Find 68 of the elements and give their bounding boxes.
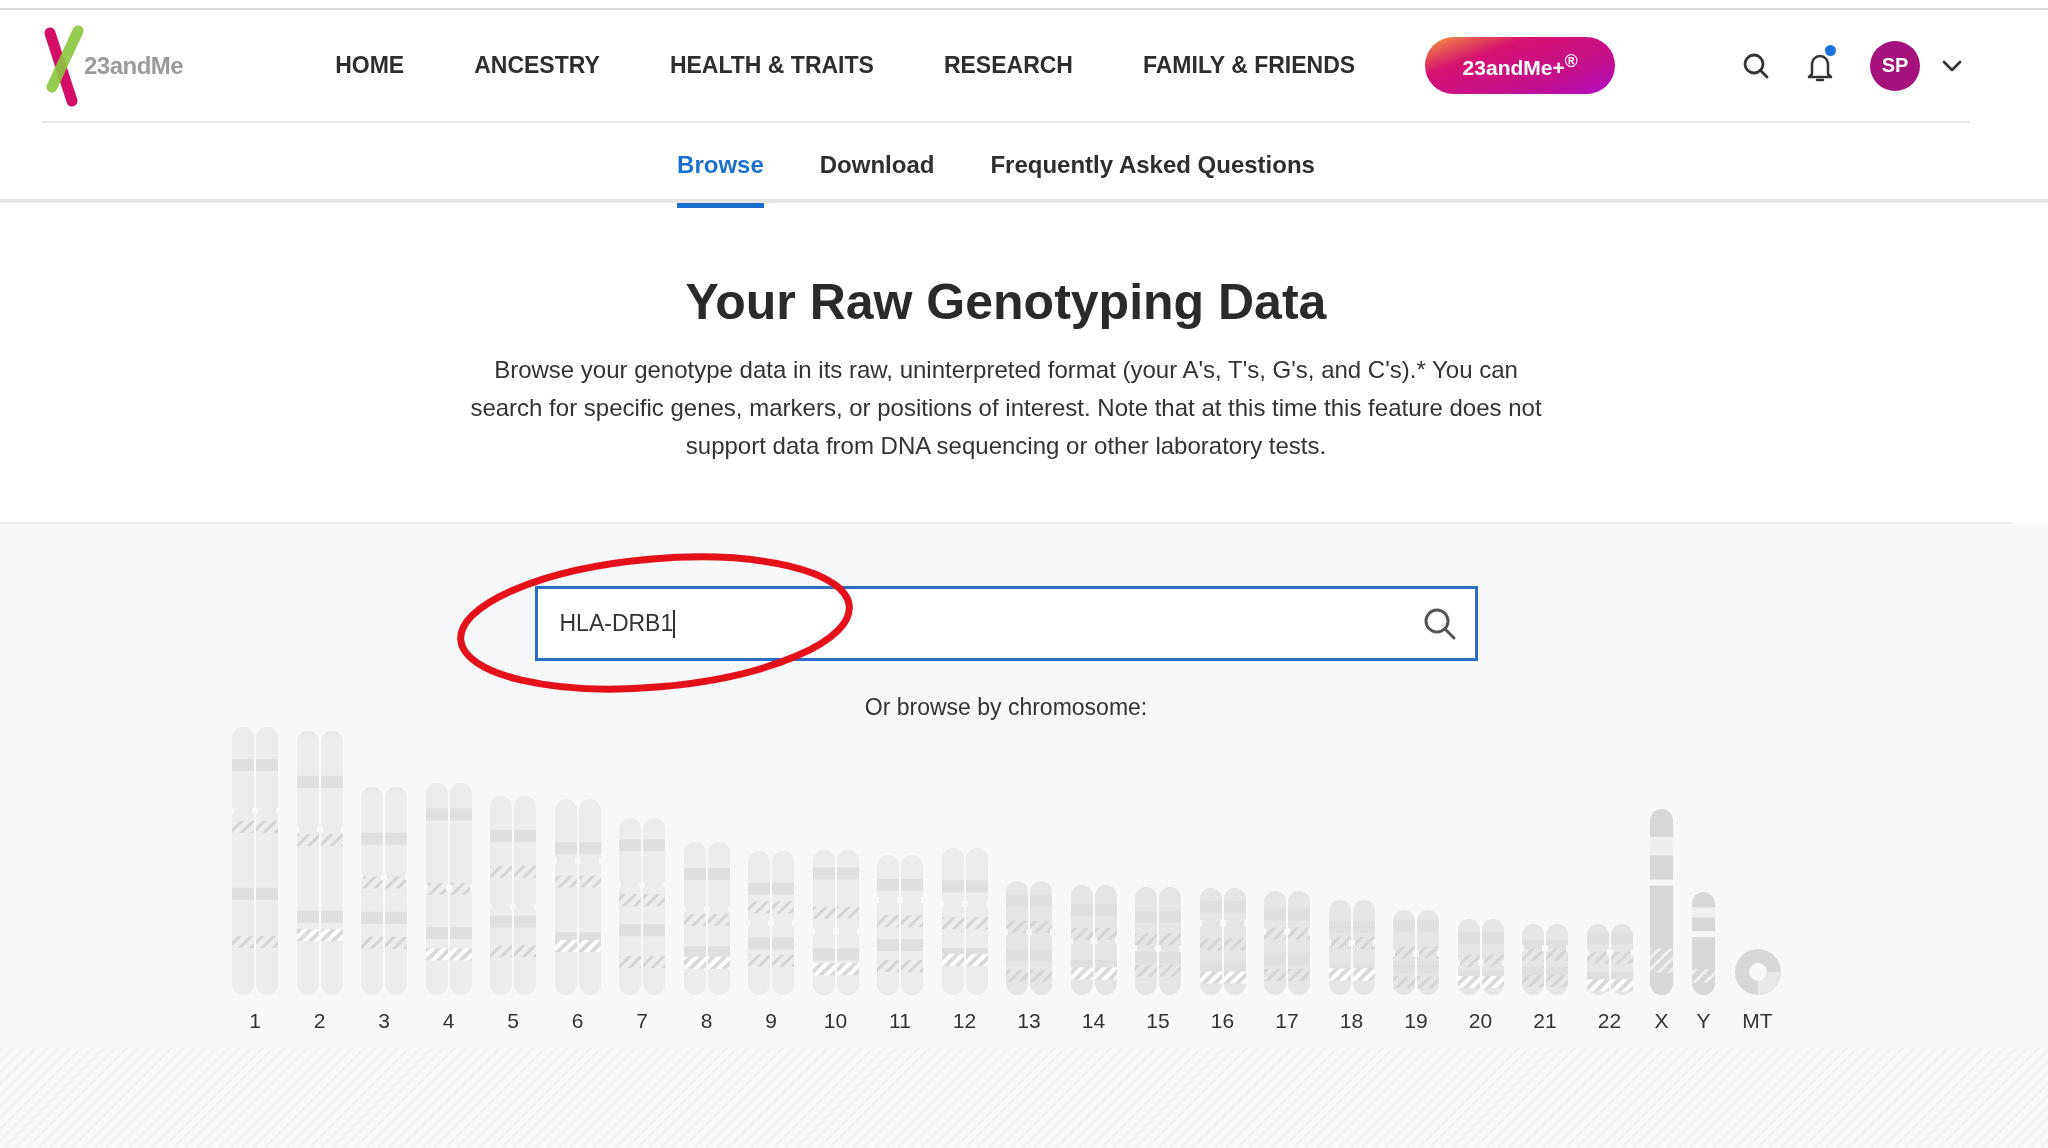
chromosome-label: 9 bbox=[765, 1009, 777, 1033]
chromosome-label: 22 bbox=[1597, 1009, 1622, 1033]
chromosome-drawing[interactable] bbox=[425, 783, 472, 995]
chromosome-drawing[interactable] bbox=[1264, 891, 1310, 995]
avatar[interactable]: SP bbox=[1870, 40, 1920, 91]
chromosome-label: 20 bbox=[1468, 1009, 1493, 1033]
chromosome-drawing[interactable] bbox=[683, 842, 730, 995]
search-icon[interactable] bbox=[1422, 606, 1457, 641]
logo-icon bbox=[42, 24, 86, 107]
chromosome-label: 13 bbox=[1017, 1009, 1041, 1033]
chromosome-drawing[interactable] bbox=[490, 796, 536, 995]
chromosome-label: 14 bbox=[1081, 1009, 1106, 1033]
chromosome-drawing[interactable] bbox=[1650, 809, 1673, 995]
chromosome-drawing[interactable] bbox=[941, 848, 988, 995]
chromosome-drawing[interactable] bbox=[232, 727, 278, 995]
tab[interactable]: Download bbox=[819, 123, 935, 208]
nav-link[interactable]: FAMILY & FRIENDS bbox=[1142, 52, 1356, 79]
chromosome-drawing[interactable] bbox=[877, 855, 923, 995]
nav-link[interactable]: HOME bbox=[335, 52, 405, 79]
chromosome-label: 17 bbox=[1275, 1009, 1299, 1033]
chromosome-label: 3 bbox=[378, 1009, 390, 1033]
chevron-down-icon[interactable] bbox=[1942, 59, 1962, 72]
chromosome-label: 16 bbox=[1210, 1009, 1235, 1033]
chromosome-drawing[interactable] bbox=[1522, 924, 1568, 995]
upgrade-button[interactable]: 23andMe+$^{®}$ bbox=[1425, 37, 1616, 94]
chromosome-label: 19 bbox=[1404, 1009, 1428, 1033]
chromosome-label: 2 bbox=[313, 1009, 326, 1033]
ring-chromosome-drawing[interactable] bbox=[1734, 949, 1781, 995]
chromosome-label: 12 bbox=[952, 1009, 977, 1033]
chromosome-drawing[interactable] bbox=[1328, 900, 1375, 995]
description: Browse your genotype data in its raw, uninterpreted format (your A's, T's, G's, and C's).* You can search for specific genes, markers, or positions of interest. Note that at this time this feature does not support data from DNA sequencing or other laboratory tests. bbox=[469, 355, 1543, 461]
chromosome-label: 7 bbox=[636, 1009, 648, 1033]
chromosome-label: Y bbox=[1696, 1009, 1711, 1033]
chromosome-label: 8 bbox=[700, 1009, 713, 1033]
page-title: Your Raw Genotyping Data bbox=[685, 273, 1327, 331]
chromosome-drawing[interactable] bbox=[1586, 924, 1633, 995]
chromosome-label: 6 bbox=[571, 1009, 584, 1033]
nav-link[interactable]: ANCESTRY bbox=[474, 52, 600, 79]
chromosome-drawing[interactable] bbox=[554, 799, 601, 995]
tab[interactable]: Frequently Asked Questions bbox=[990, 123, 1315, 208]
chromosome-drawing[interactable] bbox=[1070, 885, 1117, 995]
chromosome-label: MT bbox=[1742, 1009, 1773, 1033]
chromosome-label: X bbox=[1654, 1009, 1669, 1033]
chromosome-label: 11 bbox=[889, 1009, 911, 1033]
search-field[interactable]: HLA-DRB1 bbox=[534, 586, 1478, 661]
chromosome-drawing[interactable] bbox=[1692, 892, 1715, 995]
chromosome-drawing[interactable] bbox=[619, 818, 665, 995]
chromosome-label: 15 bbox=[1146, 1009, 1170, 1033]
chromosome-label: 18 bbox=[1339, 1009, 1364, 1033]
chromosome-drawing[interactable] bbox=[812, 850, 859, 995]
chromosome-label: 21 bbox=[1533, 1009, 1557, 1033]
chromosome-label: 4 bbox=[442, 1009, 455, 1033]
browse-label: Or browse by chromosome: bbox=[864, 694, 1148, 721]
chromosome-drawing[interactable] bbox=[1199, 888, 1246, 995]
chromosome-drawing[interactable] bbox=[1457, 919, 1504, 995]
nav-link[interactable]: HEALTH & TRAITS bbox=[669, 52, 874, 79]
chromosome-label: 5 bbox=[507, 1009, 519, 1033]
chromosome-drawing[interactable] bbox=[1135, 887, 1181, 995]
chromosome-label: 10 bbox=[823, 1009, 848, 1033]
chromosome-drawing[interactable] bbox=[361, 787, 407, 995]
chromosome-label: 1 bbox=[249, 1009, 261, 1033]
chromosome-drawing[interactable] bbox=[748, 851, 794, 995]
nav-link[interactable]: RESEARCH bbox=[943, 52, 1073, 79]
chromosome-drawing[interactable] bbox=[1393, 910, 1439, 995]
logo-text: 23andMe bbox=[84, 51, 184, 80]
chromosome-drawing[interactable] bbox=[1006, 881, 1052, 995]
search-icon[interactable] bbox=[1742, 51, 1770, 80]
chromosome-drawing[interactable] bbox=[296, 731, 343, 995]
